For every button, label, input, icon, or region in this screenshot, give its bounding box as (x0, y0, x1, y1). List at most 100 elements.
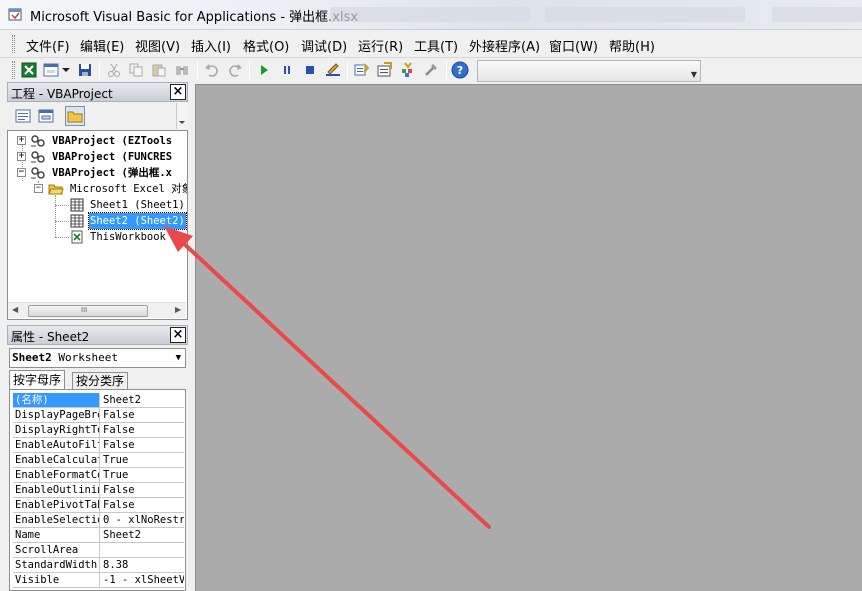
toolbar-separator (446, 61, 447, 79)
property-row[interactable]: DisplayRightTo False (13, 423, 184, 438)
property-row[interactable]: ScrollArea (13, 543, 184, 558)
properties-window-icon[interactable] (376, 61, 394, 79)
insert-userform-icon[interactable] (42, 61, 60, 79)
property-grid[interactable]: (名称) Sheet2 DisplayPageBre False Display… (9, 389, 186, 591)
tree-item-label: ThisWorkbook (90, 231, 166, 243)
design-mode-icon[interactable] (324, 61, 342, 79)
property-name: EnableAutoFilt (15, 438, 100, 452)
property-value[interactable] (101, 543, 184, 557)
cut-icon[interactable] (105, 61, 123, 79)
property-value[interactable]: Sheet2 (101, 528, 184, 542)
help-icon[interactable]: ? (451, 61, 469, 79)
property-value[interactable]: Sheet2 (101, 393, 184, 407)
copy-icon[interactable] (127, 61, 145, 79)
project-tree-hscroll[interactable]: ◀ III ▶ (8, 302, 186, 318)
background-tab (772, 7, 862, 22)
break-icon[interactable] (278, 61, 296, 79)
worksheet-icon (70, 214, 84, 228)
save-icon[interactable] (76, 61, 94, 79)
tree-item-label: VBAProject (弹出框.x (52, 167, 173, 179)
property-row[interactable]: EnableAutoFilt False (13, 438, 184, 453)
tree-item-funcres[interactable]: + VBAProject (FUNCRES (8, 149, 187, 165)
reset-icon[interactable] (301, 61, 319, 79)
property-row[interactable]: Visible -1 - xlSheetV (13, 573, 184, 588)
toggle-folders-icon[interactable] (65, 106, 85, 126)
menu-file[interactable]: 文件(F) (26, 36, 70, 55)
tab-categorized[interactable]: 按分类序 (72, 372, 129, 390)
toolbox-icon[interactable] (422, 61, 440, 79)
menu-debug[interactable]: 调试(D) (301, 36, 347, 55)
tree-item-thisworkbook[interactable]: ThisWorkbook (8, 229, 187, 245)
tree-item-sheet1[interactable]: Sheet1 (Sheet1) (8, 197, 187, 213)
project-toolbar-scroll[interactable] (176, 103, 188, 129)
menu-help[interactable]: 帮助(H) (609, 36, 655, 55)
toolbar-dropdown[interactable]: ▼ (477, 60, 701, 82)
object-browser-icon[interactable] (399, 61, 417, 79)
paste-icon[interactable] (150, 61, 168, 79)
property-value[interactable]: 0 - xlNoRestr (101, 513, 184, 527)
code-workspace[interactable] (195, 84, 862, 591)
toolbar-grip[interactable] (12, 61, 15, 79)
project-explorer-icon[interactable] (353, 61, 371, 79)
redo-icon[interactable] (226, 61, 244, 79)
menu-edit[interactable]: 编辑(E) (80, 36, 124, 55)
property-row[interactable]: StandardWidth 8.38 (13, 558, 184, 573)
undo-icon[interactable] (203, 61, 221, 79)
project-panel-header: 工程 - VBAProject × (7, 82, 188, 102)
expand-icon[interactable]: + (17, 136, 26, 145)
close-properties-panel-button[interactable]: × (170, 327, 186, 343)
property-value[interactable]: -1 - xlSheetV (101, 573, 184, 587)
menu-run[interactable]: 运行(R) (358, 36, 403, 55)
object-selector[interactable]: Sheet2 Worksheet ▼ (9, 348, 186, 368)
property-row[interactable]: (名称) Sheet2 (13, 393, 184, 408)
project-tree[interactable]: + VBAProject (EZTools + VBAProject (FUNC… (7, 130, 188, 320)
view-object-icon[interactable] (36, 106, 56, 126)
tree-item-excel-objects[interactable]: − Microsoft Excel 对象 (8, 181, 187, 197)
collapse-icon[interactable]: − (34, 184, 43, 193)
excel-icon[interactable] (20, 61, 38, 79)
toolbar-separator (197, 61, 198, 79)
view-code-icon[interactable] (13, 106, 33, 126)
property-row[interactable]: EnableSelectio 0 - xlNoRestr (13, 513, 184, 528)
property-row[interactable]: EnablePivotTab False (13, 498, 184, 513)
dropdown-arrow-icon[interactable] (61, 61, 71, 79)
tab-alphabetic[interactable]: 按字母序 (9, 370, 66, 391)
property-name: (名称) (13, 393, 100, 407)
property-value[interactable]: False (101, 408, 184, 422)
property-value[interactable]: True (101, 468, 184, 482)
property-row[interactable]: DisplayPageBre False (13, 408, 184, 423)
property-row[interactable]: EnableFormatCo True (13, 468, 184, 483)
background-tab (545, 7, 745, 22)
property-value[interactable]: 8.38 (101, 558, 184, 572)
tree-item-current-workbook[interactable]: − VBAProject (弹出框.x (8, 165, 187, 181)
menu-insert[interactable]: 插入(I) (191, 36, 231, 55)
property-row[interactable]: EnableOutlinin False (13, 483, 184, 498)
scroll-left-icon[interactable]: ◀ (12, 305, 18, 314)
collapse-icon[interactable]: − (17, 168, 26, 177)
close-project-panel-button[interactable]: × (170, 84, 186, 100)
scroll-thumb[interactable] (28, 305, 148, 317)
expand-icon[interactable]: + (17, 152, 26, 161)
object-name: Sheet2 (12, 351, 52, 364)
menu-tools[interactable]: 工具(T) (414, 36, 458, 55)
property-row[interactable]: Name Sheet2 (13, 528, 184, 543)
chevron-down-icon: ▼ (175, 353, 181, 363)
run-icon[interactable] (255, 61, 273, 79)
property-value[interactable]: False (101, 438, 184, 452)
menu-grip[interactable] (12, 35, 15, 53)
property-name: DisplayPageBre (15, 408, 100, 422)
panel-splitter[interactable] (188, 84, 195, 591)
menu-format[interactable]: 格式(O) (243, 36, 289, 55)
property-value[interactable]: True (101, 453, 184, 467)
property-value[interactable]: False (101, 423, 184, 437)
property-row[interactable]: EnableCalculat True (13, 453, 184, 468)
property-value[interactable]: False (101, 483, 184, 497)
tree-item-eztools[interactable]: + VBAProject (EZTools (8, 133, 187, 149)
menu-addins[interactable]: 外接程序(A) (469, 36, 540, 55)
find-icon[interactable] (173, 61, 191, 79)
property-value[interactable]: False (101, 498, 184, 512)
tree-item-sheet2[interactable]: Sheet2 (Sheet2) (8, 212, 187, 230)
menu-view[interactable]: 视图(V) (135, 36, 180, 55)
menu-window[interactable]: 窗口(W) (549, 36, 598, 55)
scroll-right-icon[interactable]: ▶ (175, 305, 181, 314)
